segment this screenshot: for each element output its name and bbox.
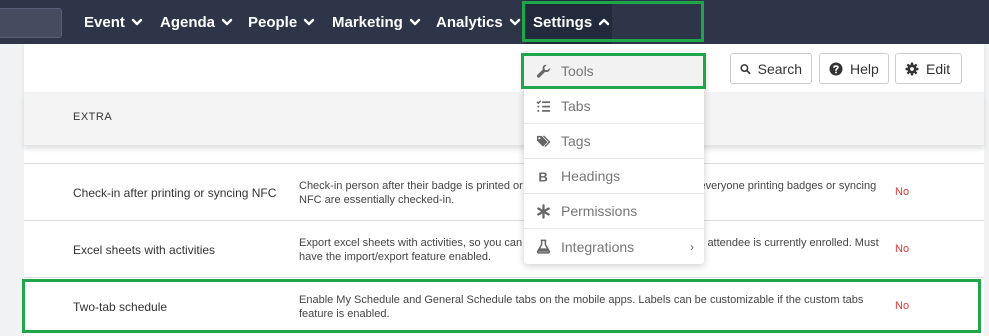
menu-item-label: Integrations: [561, 238, 635, 255]
help-icon: [829, 62, 843, 75]
menu-item-label: Permissions: [561, 203, 638, 219]
help-button[interactable]: Help: [819, 53, 889, 84]
search-button[interactable]: Search: [730, 53, 812, 84]
edit-button-label: Edit: [926, 60, 951, 77]
menu-item-label: Tools: [561, 63, 594, 79]
setting-name: Check-in after printing or syncing NFC: [73, 186, 277, 200]
nav-marketing-label: Marketing: [332, 13, 403, 31]
setting-value[interactable]: No: [895, 186, 909, 198]
setting-value[interactable]: No: [895, 300, 909, 312]
setting-value[interactable]: No: [895, 243, 909, 255]
tags-icon: [535, 133, 551, 149]
menu-item-integrations[interactable]: Integrations ›: [524, 229, 704, 264]
menu-item-tabs[interactable]: Tabs: [524, 89, 704, 124]
svg-text:B: B: [538, 169, 547, 183]
table-row: Excel sheets with activities Export exce…: [24, 221, 984, 278]
section-header: EXTRA: [24, 92, 984, 146]
chevron-right-icon: ›: [690, 240, 694, 254]
search-button-label: Search: [757, 60, 802, 77]
setting-name: Excel sheets with activities: [73, 243, 216, 257]
chevron-down-icon: [303, 18, 315, 26]
nav-event[interactable]: Event: [84, 0, 143, 44]
nav-people-label: People: [248, 13, 298, 31]
setting-name: Two-tab schedule: [73, 300, 168, 314]
bold-icon: B: [535, 168, 551, 184]
chevron-down-icon: [509, 18, 520, 26]
nav-analytics-label: Analytics: [436, 13, 503, 31]
flask-icon: [535, 239, 551, 255]
nav-analytics[interactable]: Analytics: [436, 0, 521, 44]
search-icon: [740, 63, 751, 74]
asterisk-icon: [535, 203, 551, 219]
menu-item-tools[interactable]: Tools: [524, 54, 704, 89]
menu-item-label: Tags: [561, 133, 591, 149]
menu-item-headings[interactable]: B Headings: [524, 159, 704, 194]
chevron-down-icon: [131, 18, 143, 26]
table-row: Check-in after printing or syncing NFC C…: [24, 164, 984, 221]
wrench-icon: [535, 63, 551, 79]
help-button-label: Help: [850, 60, 879, 77]
chevron-down-icon: [221, 18, 233, 26]
nav-search-field[interactable]: [0, 8, 62, 38]
nav-event-label: Event: [84, 13, 125, 31]
setting-description: Enable My Schedule and General Schedule …: [299, 294, 864, 320]
nav-people[interactable]: People: [248, 0, 315, 44]
gear-icon: [905, 62, 919, 75]
toolbar: Search Help Edit: [24, 44, 984, 92]
section-title: EXTRA: [73, 111, 113, 123]
nav-marketing[interactable]: Marketing: [332, 0, 421, 44]
menu-item-tags[interactable]: Tags: [524, 124, 704, 159]
nav-agenda-label: Agenda: [160, 13, 216, 31]
list-check-icon: [535, 98, 551, 114]
menu-item-label: Tabs: [561, 98, 591, 114]
nav-settings-label: Settings: [533, 13, 593, 31]
nav-settings[interactable]: Settings: [526, 0, 612, 44]
chevron-up-icon: [598, 18, 610, 26]
settings-dropdown-menu: Tools Tabs Tags B Headings Permissions I…: [524, 52, 704, 264]
menu-item-permissions[interactable]: Permissions: [524, 194, 704, 229]
menu-item-label: Headings: [561, 168, 621, 184]
edit-button[interactable]: Edit: [895, 53, 962, 84]
chevron-down-icon: [409, 18, 421, 26]
table-row: [24, 146, 984, 164]
table-row: Two-tab schedule Enable My Schedule and …: [24, 278, 984, 336]
nav-agenda[interactable]: Agenda: [160, 0, 233, 44]
top-nav: Event Agenda People Marketing Analytics …: [0, 0, 989, 44]
